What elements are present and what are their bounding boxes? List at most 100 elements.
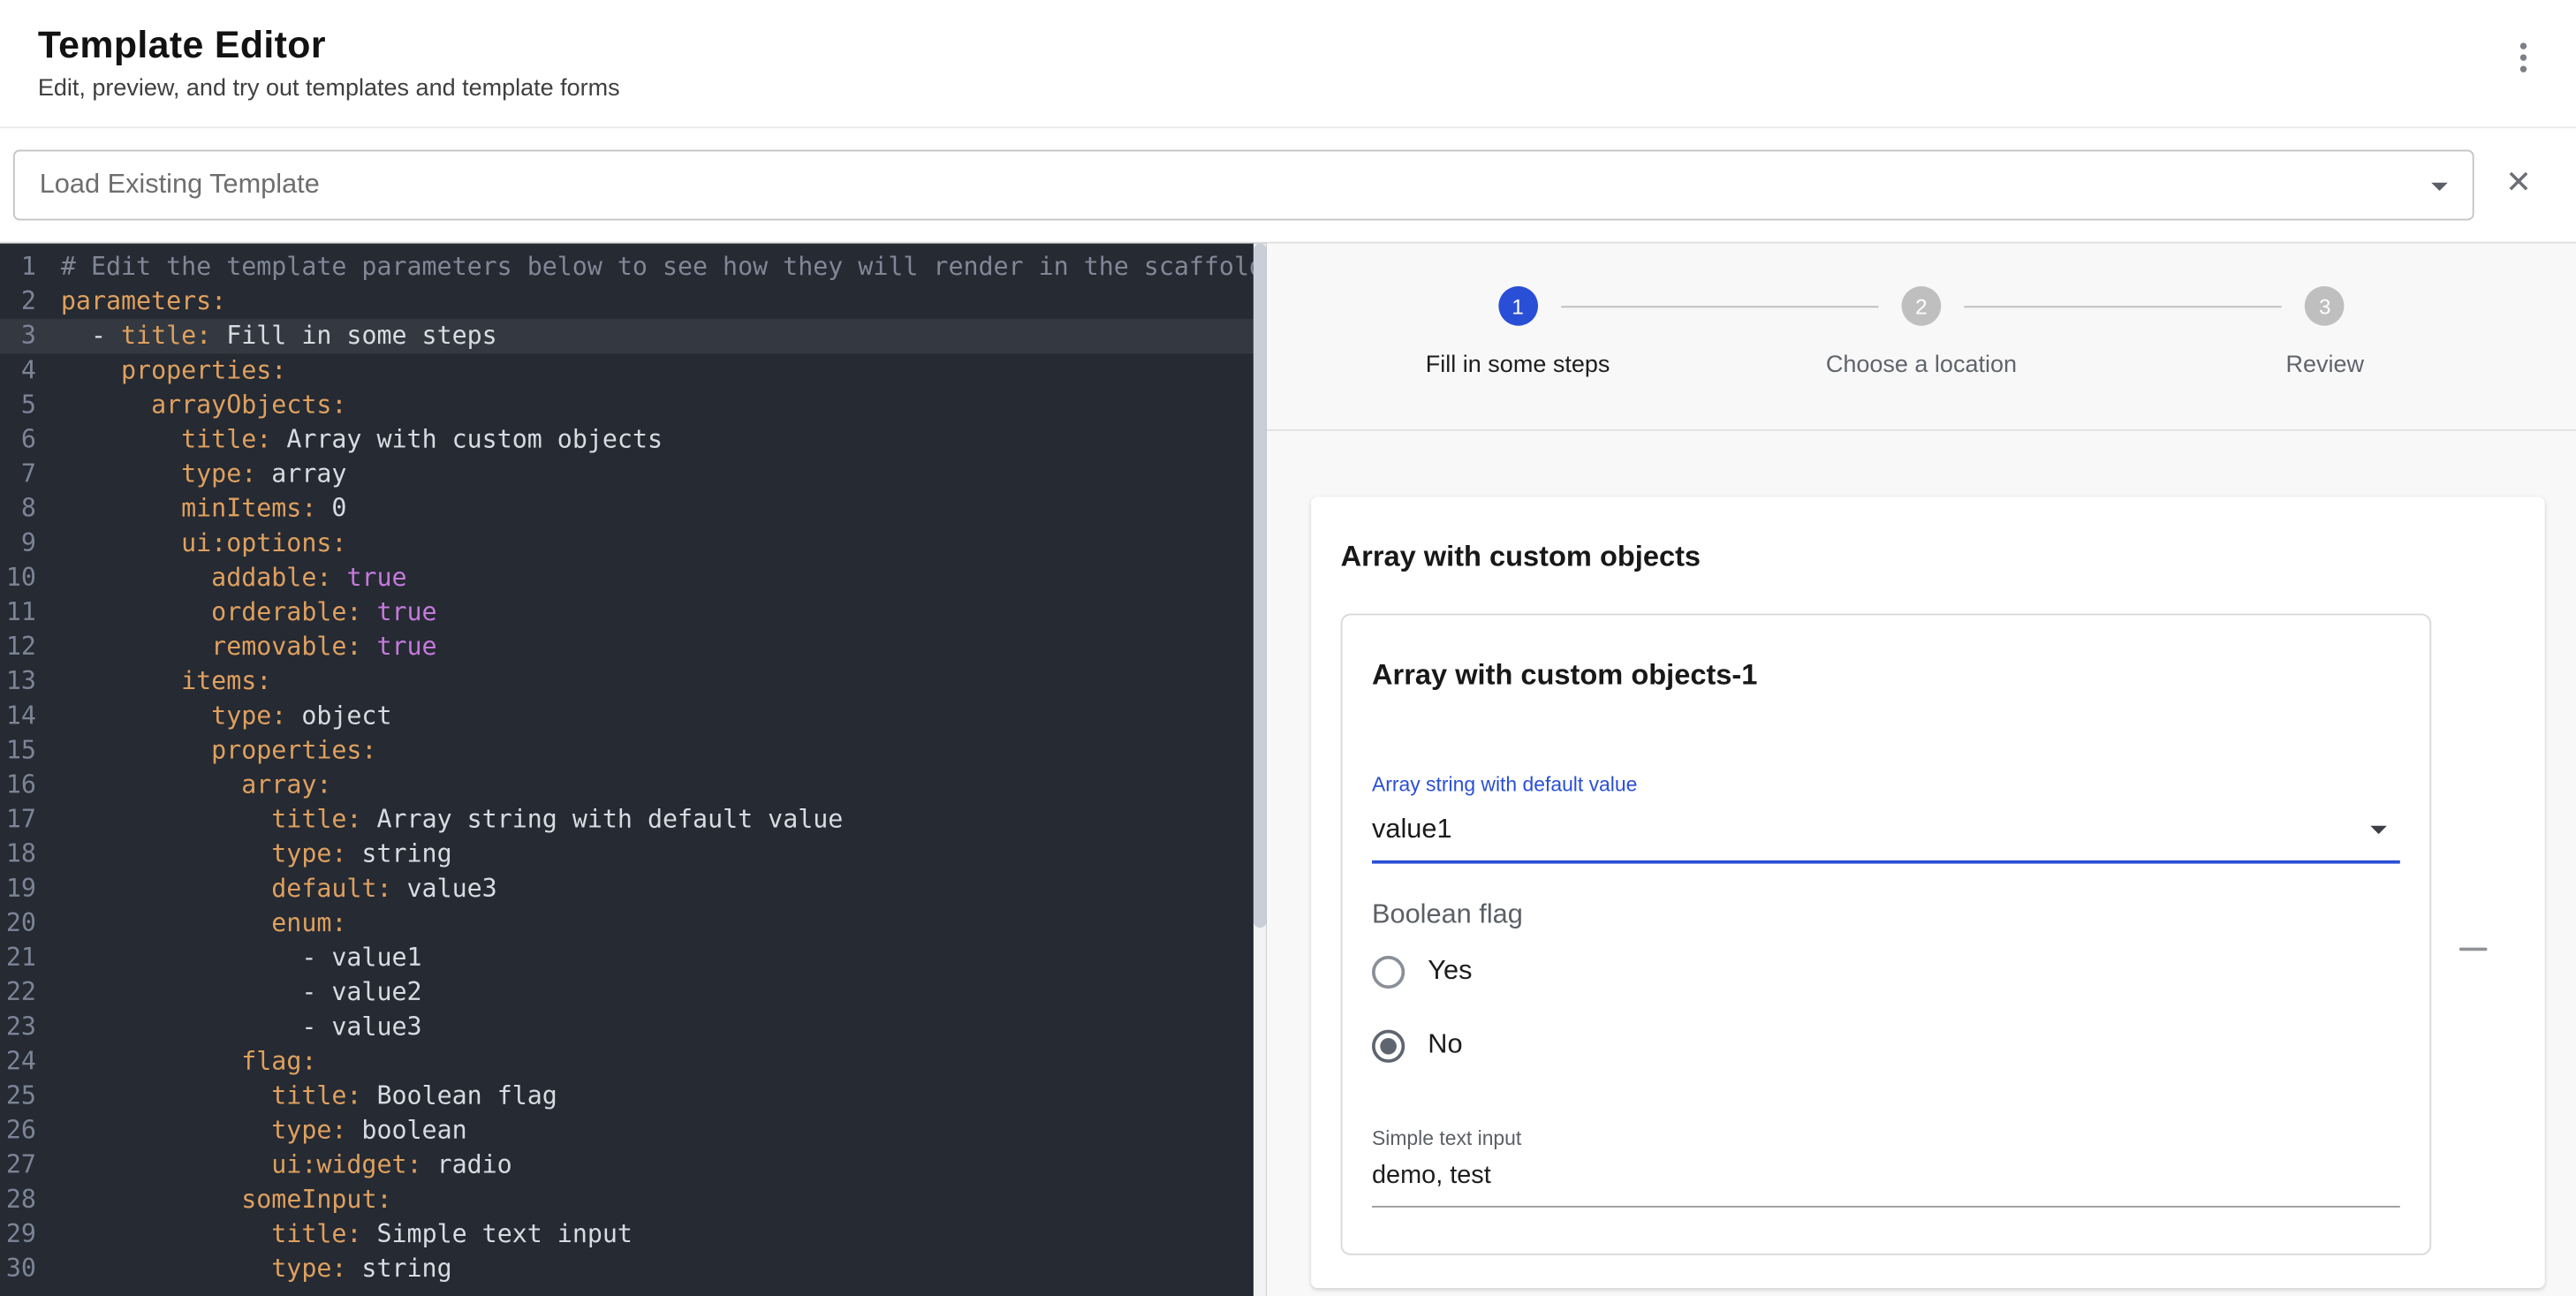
- radio-option-yes[interactable]: Yes: [1372, 935, 2400, 1009]
- code-line[interactable]: 18 type: string: [0, 837, 1254, 872]
- code-line[interactable]: 29 title: Simple text input: [0, 1217, 1254, 1252]
- line-number: 18: [0, 837, 61, 872]
- code-line[interactable]: 27 ui:widget: radio: [0, 1148, 1254, 1183]
- step-2-badge: 2: [1902, 286, 1942, 326]
- code-text: arrayObjects:: [61, 388, 347, 422]
- header-text: Template Editor Edit, preview, and try o…: [38, 19, 620, 102]
- code-text: ui:options:: [61, 527, 347, 561]
- code-line[interactable]: 13 items:: [0, 664, 1254, 699]
- code-line[interactable]: 24 flag:: [0, 1044, 1254, 1079]
- code-text: parameters:: [61, 284, 226, 319]
- code-text: default: value3: [61, 872, 497, 906]
- array-item-row: Array with custom objects-1 Array string…: [1341, 614, 2516, 1255]
- kebab-menu-button[interactable]: [2511, 33, 2537, 82]
- page-header: Template Editor Edit, preview, and try o…: [0, 0, 2576, 128]
- step-choose-a-location[interactable]: 2 Choose a location: [1720, 286, 2124, 429]
- code-text: enum:: [61, 906, 347, 941]
- select-value: value1: [1372, 815, 1452, 845]
- line-number: 5: [0, 388, 61, 422]
- code-line[interactable]: 2parameters:: [0, 284, 1254, 319]
- line-number: 7: [0, 458, 61, 492]
- line-number: 15: [0, 733, 61, 768]
- step-connector: [1964, 306, 2282, 307]
- line-number: 20: [0, 906, 61, 941]
- line-number: 11: [0, 595, 61, 630]
- code-line[interactable]: 25 title: Boolean flag: [0, 1080, 1254, 1114]
- array-item-card: Array with custom objects-1 Array string…: [1341, 614, 2432, 1255]
- code-text: addable: true: [61, 561, 407, 595]
- code-line[interactable]: 5 arrayObjects:: [0, 388, 1254, 422]
- code-line[interactable]: 17 title: Array string with default valu…: [0, 803, 1254, 837]
- line-number: 6: [0, 423, 61, 458]
- code-line[interactable]: 30 type: string: [0, 1252, 1254, 1286]
- line-number: 27: [0, 1148, 61, 1183]
- preview-panel: 1 Fill in some steps 2 Choose a location…: [1267, 244, 2576, 1296]
- radio-option-no[interactable]: No: [1372, 1008, 2400, 1082]
- code-line[interactable]: 9 ui:options:: [0, 527, 1254, 561]
- select-field-label: Array string with default value: [1372, 771, 2400, 798]
- editor-scrollbar-track[interactable]: [1254, 244, 1267, 1296]
- line-number: 23: [0, 1010, 61, 1044]
- code-line[interactable]: 7 type: array: [0, 458, 1254, 492]
- code-line[interactable]: 26 type: boolean: [0, 1114, 1254, 1148]
- step-1-label: Fill in some steps: [1426, 352, 1610, 378]
- code-line[interactable]: 23 - value3: [0, 1010, 1254, 1044]
- line-number: 13: [0, 664, 61, 699]
- array-string-select[interactable]: value1: [1372, 800, 2400, 864]
- minus-icon: [2459, 948, 2488, 951]
- close-button[interactable]: ✕: [2502, 164, 2534, 202]
- code-line[interactable]: 8 minItems: 0: [0, 492, 1254, 527]
- code-line[interactable]: 10 addable: true: [0, 561, 1254, 595]
- form-card: Array with custom objects Array with cus…: [1311, 496, 2545, 1288]
- step-3-badge: 3: [2305, 286, 2345, 326]
- code-line[interactable]: 16 array:: [0, 769, 1254, 803]
- code-line[interactable]: 11 orderable: true: [0, 595, 1254, 630]
- code-text: properties:: [61, 733, 377, 768]
- load-select-placeholder: Load Existing Template: [40, 151, 320, 218]
- code-text: title: Simple text input: [61, 1217, 633, 1252]
- code-line[interactable]: 14 type: object: [0, 699, 1254, 733]
- code-line[interactable]: 3 - title: Fill in some steps: [0, 319, 1254, 353]
- code-editor[interactable]: 1# Edit the template parameters below to…: [0, 244, 1267, 1296]
- code-line[interactable]: 6 title: Array with custom objects: [0, 423, 1254, 458]
- code-line[interactable]: 22 - value2: [0, 975, 1254, 1010]
- editor-scrollbar-thumb[interactable]: [1254, 244, 1267, 928]
- line-number: 25: [0, 1080, 61, 1114]
- line-number: 8: [0, 492, 61, 527]
- code-text: title: Array with custom objects: [61, 423, 663, 458]
- line-number: 16: [0, 769, 61, 803]
- step-1-badge: 1: [1498, 286, 1538, 326]
- main-split: 1# Edit the template parameters below to…: [0, 244, 2576, 1296]
- code-text: - value3: [61, 1010, 422, 1044]
- line-number: 2: [0, 284, 61, 319]
- page-title: Template Editor: [38, 19, 620, 69]
- line-number: 28: [0, 1183, 61, 1217]
- code-text: orderable: true: [61, 595, 437, 630]
- code-text: - value2: [61, 975, 422, 1010]
- code-line[interactable]: 28 someInput:: [0, 1183, 1254, 1217]
- line-number: 17: [0, 803, 61, 837]
- code-line[interactable]: 15 properties:: [0, 733, 1254, 768]
- chevron-down-icon: [2431, 183, 2448, 191]
- code-area[interactable]: 1# Edit the template parameters below to…: [0, 244, 1254, 1296]
- chevron-down-icon: [2370, 826, 2387, 834]
- line-number: 21: [0, 941, 61, 975]
- line-number: 1: [0, 250, 61, 284]
- step-fill-in-some-steps[interactable]: 1 Fill in some steps: [1316, 286, 1720, 429]
- code-text: - title: Fill in some steps: [61, 319, 497, 353]
- code-line[interactable]: 20 enum:: [0, 906, 1254, 941]
- remove-item-button[interactable]: [2449, 925, 2498, 974]
- code-line[interactable]: 21 - value1: [0, 941, 1254, 975]
- code-line[interactable]: 1# Edit the template parameters below to…: [0, 250, 1254, 284]
- text-field-label: Simple text input: [1372, 1125, 2400, 1152]
- form-section-title: Array with custom objects: [1341, 540, 2516, 574]
- stepper: 1 Fill in some steps 2 Choose a location…: [1267, 244, 2576, 431]
- simple-text-input[interactable]: [1372, 1155, 2400, 1208]
- code-text: ui:widget: radio: [61, 1148, 512, 1183]
- load-existing-template-select[interactable]: Load Existing Template: [13, 149, 2474, 220]
- code-line[interactable]: 4 properties:: [0, 353, 1254, 388]
- code-line[interactable]: 12 removable: true: [0, 630, 1254, 664]
- step-review[interactable]: 3 Review: [2123, 286, 2527, 429]
- code-line[interactable]: 19 default: value3: [0, 872, 1254, 906]
- array-item-title: Array with custom objects-1: [1372, 658, 2400, 693]
